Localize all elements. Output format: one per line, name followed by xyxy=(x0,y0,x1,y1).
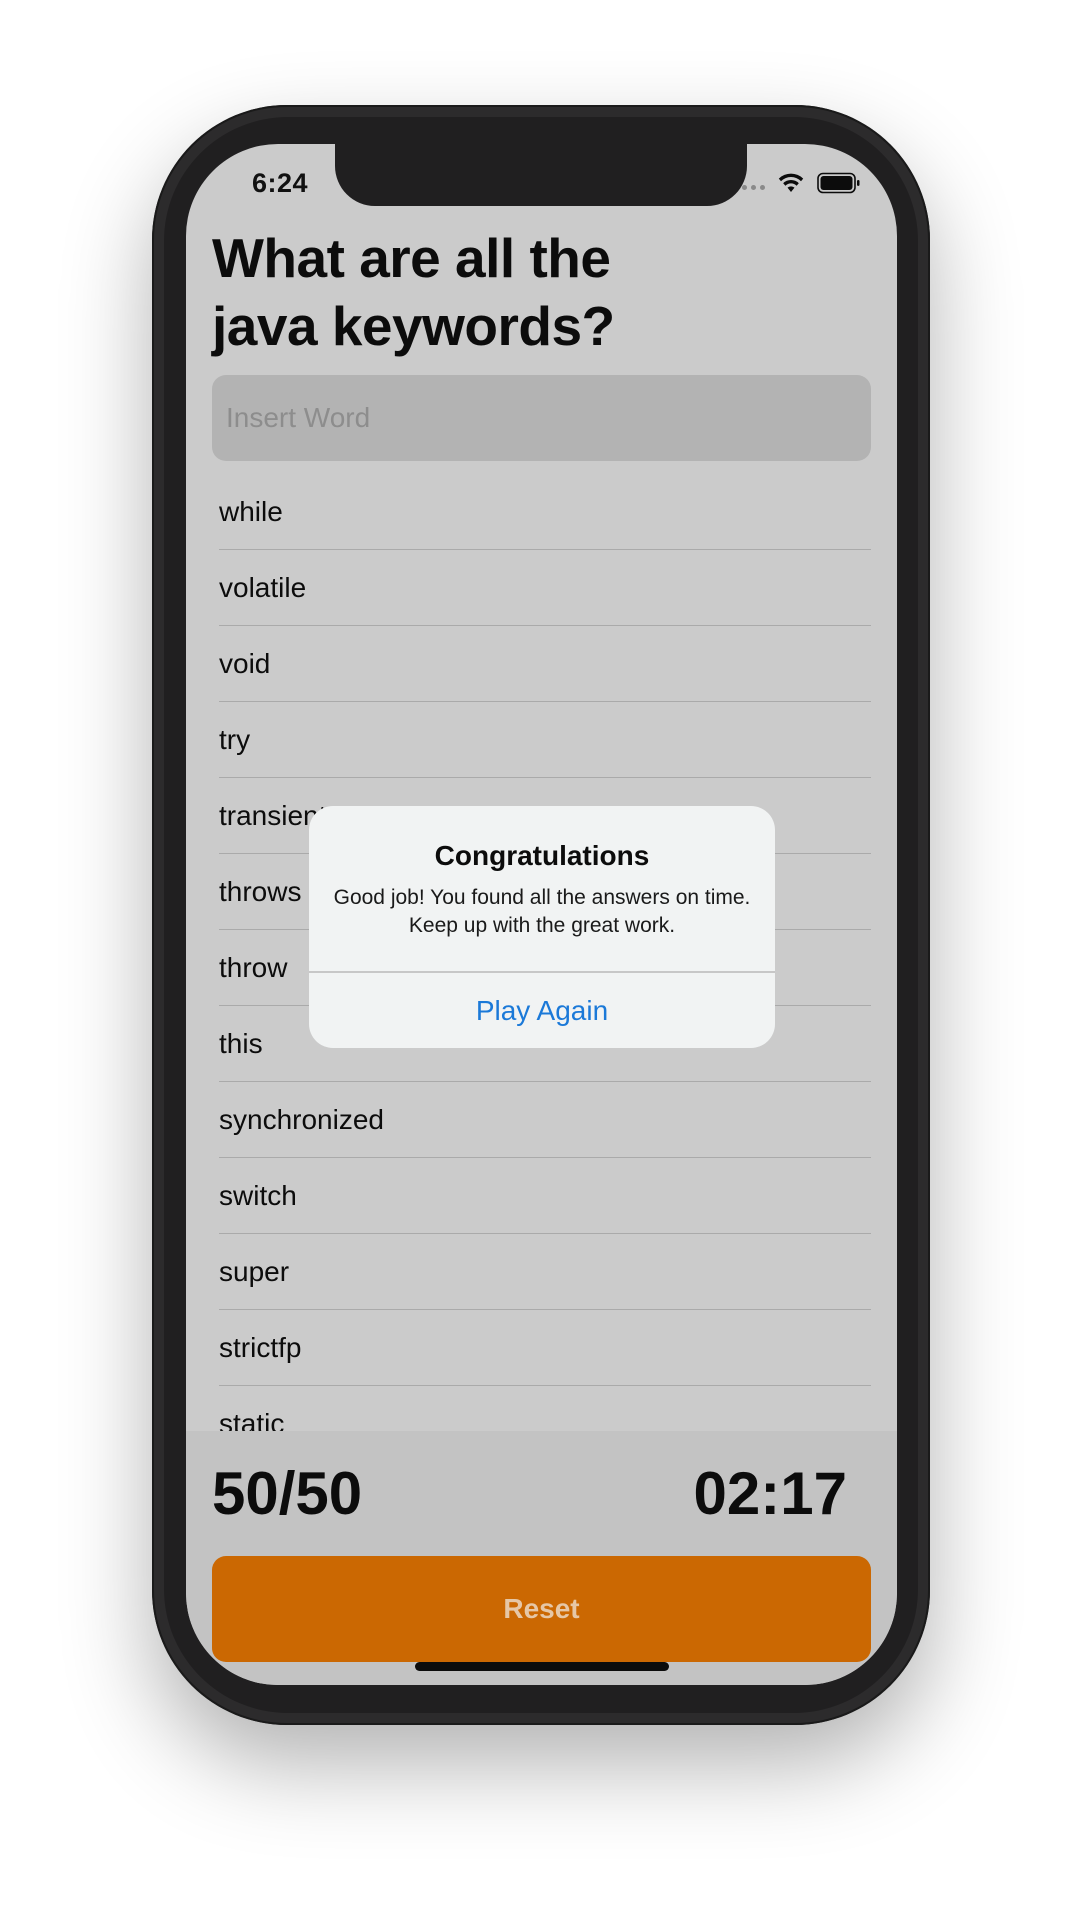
score-counter: 50/50 xyxy=(212,1460,363,1527)
status-time: 6:24 xyxy=(252,168,309,198)
signal-dots-icon xyxy=(742,184,765,190)
status-icons xyxy=(742,172,861,194)
battery-icon xyxy=(817,172,860,194)
play-again-button[interactable]: Play Again xyxy=(309,973,775,1048)
answer-item: super xyxy=(219,1234,871,1310)
answer-item: synchronized xyxy=(219,1082,871,1158)
word-input[interactable] xyxy=(212,375,871,461)
footer-panel: 50/50 02:17 Reset xyxy=(186,1431,897,1685)
reset-button[interactable]: Reset xyxy=(212,1556,871,1662)
app-screen: 6:24 What are all the java keywords? whi… xyxy=(186,144,897,1685)
question-title-line1: What are all the xyxy=(212,227,611,289)
answer-item: volatile xyxy=(219,550,871,626)
alert-title: Congratulations xyxy=(434,840,650,871)
answer-item: void xyxy=(219,626,871,702)
alert-message: Good job! You found all the answers on t… xyxy=(333,886,751,937)
wifi-icon xyxy=(778,173,804,192)
question-title-line2: java keywords? xyxy=(212,295,615,357)
answer-item: switch xyxy=(219,1158,871,1234)
home-indicator[interactable] xyxy=(415,1662,669,1671)
answer-item: while xyxy=(219,474,871,550)
word-input-container xyxy=(212,375,871,461)
question-title: What are all the java keywords? xyxy=(212,224,812,360)
device-notch xyxy=(335,144,747,206)
countdown-timer: 02:17 xyxy=(693,1460,847,1527)
answer-item: try xyxy=(219,702,871,778)
congratulations-alert: Congratulations Good job! You found all … xyxy=(309,806,775,1048)
answer-item: strictfp xyxy=(219,1310,871,1386)
